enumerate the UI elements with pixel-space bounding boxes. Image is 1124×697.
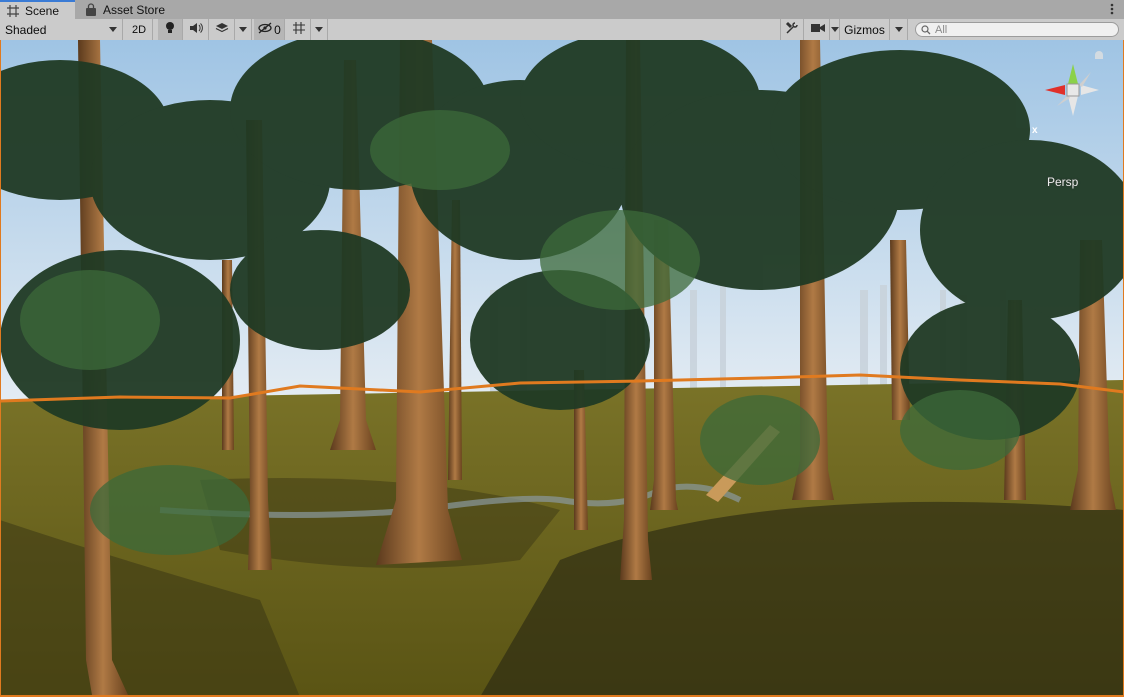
grid-dropdown[interactable] [311, 19, 328, 40]
chevron-down-icon [239, 27, 247, 32]
camera-icon [810, 22, 826, 37]
shopping-bag-icon [84, 2, 98, 17]
draw-mode-dropdown[interactable]: Shaded [0, 19, 123, 40]
2d-toggle-button[interactable]: 2D [126, 19, 153, 40]
tab-scene[interactable]: Scene [0, 0, 75, 19]
grid-icon [6, 4, 20, 18]
more-options-icon[interactable] [1108, 1, 1116, 17]
2d-toggle-label: 2D [131, 23, 147, 36]
scene-visibility-button[interactable]: 0 [254, 19, 285, 40]
forest-scene-render [1, 40, 1123, 695]
effects-toggle-button[interactable] [209, 19, 235, 40]
grid-snap-icon [292, 21, 306, 38]
lighting-toggle-button[interactable] [158, 19, 183, 40]
tab-scene-label: Scene [25, 3, 60, 18]
x-axis-label: x [1032, 125, 1038, 136]
grid-toggle-button[interactable] [287, 19, 311, 40]
effects-dropdown[interactable] [235, 19, 252, 40]
search-input[interactable]: All [915, 22, 1119, 37]
eye-slash-icon [257, 22, 273, 37]
audio-toggle-button[interactable] [183, 19, 209, 40]
lightbulb-icon [164, 21, 176, 38]
speaker-icon [189, 22, 203, 37]
tab-asset-store[interactable]: Asset Store [80, 0, 175, 19]
draw-mode-label: Shaded [5, 22, 47, 37]
chevron-down-icon [315, 27, 323, 32]
scene-viewport[interactable]: x Persp [0, 40, 1124, 697]
gizmos-dropdown[interactable] [890, 19, 908, 40]
chevron-down-icon [894, 27, 903, 32]
gizmos-label: Gizmos [844, 22, 885, 37]
layers-icon [215, 22, 229, 37]
projection-toggle[interactable]: Persp [1047, 175, 1078, 189]
tab-bar: Scene Asset Store [0, 0, 1124, 20]
chevron-down-icon [830, 27, 839, 32]
search-icon [921, 24, 931, 35]
search-placeholder: All [935, 23, 948, 36]
hidden-count: 0 [274, 22, 281, 37]
tools-icon [785, 21, 799, 38]
tab-asset-store-label: Asset Store [103, 2, 166, 17]
camera-dropdown[interactable] [830, 19, 840, 40]
gizmos-button[interactable]: Gizmos [840, 19, 890, 40]
camera-settings-button[interactable] [806, 19, 830, 40]
tools-button[interactable] [780, 19, 804, 40]
chevron-down-icon [109, 27, 117, 32]
